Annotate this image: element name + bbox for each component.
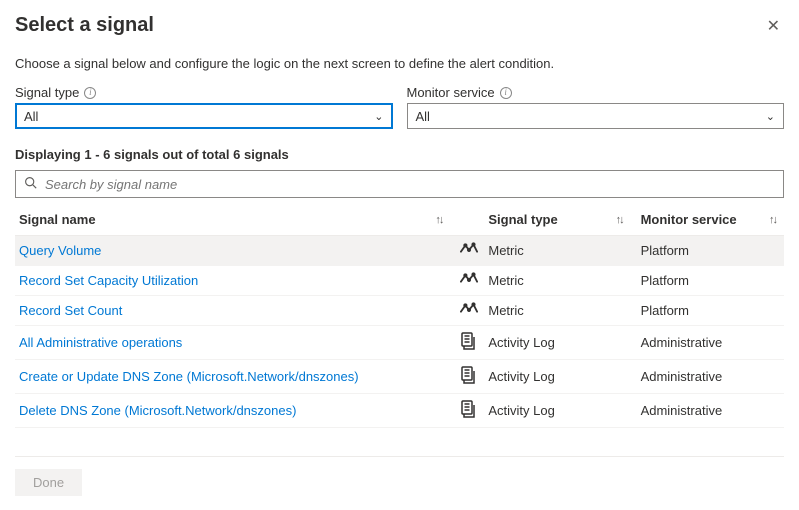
col-signal-type[interactable]: Signal type ↑↓ (488, 212, 640, 227)
info-icon[interactable]: i (84, 87, 96, 99)
table-row[interactable]: All Administrative operations Activity Lo… (15, 326, 784, 360)
info-icon[interactable]: i (500, 87, 512, 99)
table-row[interactable]: Query Volume Metric Platform (15, 236, 784, 266)
activity-log-icon (460, 338, 476, 353)
signal-type-value: Metric (488, 273, 523, 288)
signals-table: Signal name ↑↓ Signal type ↑↓ Monitor se… (15, 206, 784, 428)
signal-type-value: Activity Log (488, 369, 554, 384)
monitor-service-value: Administrative (641, 403, 723, 418)
signal-type-value: Metric (488, 243, 523, 258)
search-input[interactable] (43, 176, 775, 193)
table-row[interactable]: Record Set Count Metric Platform (15, 296, 784, 326)
chevron-down-icon: ⌄ (374, 110, 383, 123)
metric-icon (460, 242, 478, 256)
done-button[interactable]: Done (15, 469, 82, 496)
signal-type-label: Signal type i (15, 85, 393, 100)
signal-type-value: Activity Log (488, 335, 554, 350)
sort-icon: ↑↓ (435, 214, 442, 226)
signal-name-link[interactable]: Delete DNS Zone (Microsoft.Network/dnszo… (19, 403, 296, 418)
result-count: Displaying 1 - 6 signals out of total 6 … (15, 147, 784, 162)
table-row[interactable]: Record Set Capacity Utilization Metric Pla… (15, 266, 784, 296)
page-subtitle: Choose a signal below and configure the … (15, 56, 784, 71)
signal-name-link[interactable]: All Administrative operations (19, 335, 182, 350)
table-row[interactable]: Delete DNS Zone (Microsoft.Network/dnszo… (15, 394, 784, 428)
monitor-service-value: Platform (641, 273, 689, 288)
col-signal-name[interactable]: Signal name ↑↓ (19, 212, 460, 227)
monitor-service-select[interactable]: All ⌄ (407, 103, 785, 129)
activity-log-icon (460, 372, 476, 387)
activity-log-icon (460, 406, 476, 421)
signal-type-select[interactable]: All ⌄ (15, 103, 393, 129)
chevron-down-icon: ⌄ (766, 110, 775, 123)
monitor-service-value: Administrative (641, 335, 723, 350)
search-box[interactable] (15, 170, 784, 198)
signal-name-link[interactable]: Record Set Capacity Utilization (19, 273, 198, 288)
close-icon[interactable]: ✕ (763, 14, 784, 38)
signal-name-link[interactable]: Query Volume (19, 243, 101, 258)
metric-icon (460, 302, 478, 316)
monitor-service-label: Monitor service i (407, 85, 785, 100)
monitor-service-value: Platform (641, 243, 689, 258)
signal-name-link[interactable]: Record Set Count (19, 303, 122, 318)
signal-type-value: Activity Log (488, 403, 554, 418)
table-row[interactable]: Create or Update DNS Zone (Microsoft.Net… (15, 360, 784, 394)
page-title: Select a signal (15, 14, 154, 37)
signal-type-value: Metric (488, 303, 523, 318)
monitor-service-value: Administrative (641, 369, 723, 384)
metric-icon (460, 272, 478, 286)
col-monitor-service[interactable]: Monitor service ↑↓ (641, 212, 780, 227)
sort-icon: ↑↓ (769, 214, 776, 226)
signal-name-link[interactable]: Create or Update DNS Zone (Microsoft.Net… (19, 369, 359, 384)
sort-icon: ↑↓ (616, 214, 623, 226)
search-icon (24, 176, 37, 192)
table-header: Signal name ↑↓ Signal type ↑↓ Monitor se… (15, 206, 784, 236)
monitor-service-value: Platform (641, 303, 689, 318)
